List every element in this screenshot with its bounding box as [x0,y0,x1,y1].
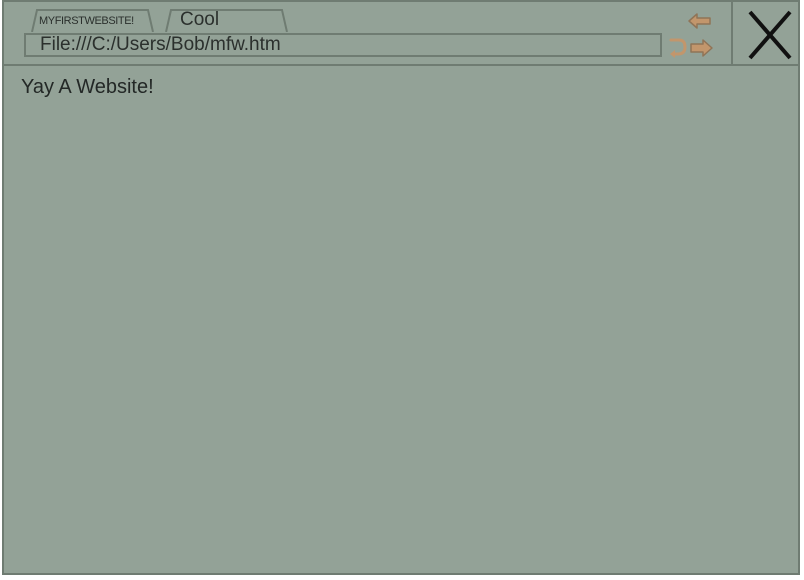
tab-label: Cool [180,9,220,30]
browser-toolbar: MYFIRSTWEBSITE! Cool File:///C:/Users/Bo… [4,2,798,66]
close-icon[interactable] [737,2,799,64]
reload-icon[interactable] [668,36,688,60]
address-bar[interactable]: File:///C:/Users/Bob/mfw.htm [24,33,662,57]
tab-cool[interactable]: Cool [164,8,288,32]
tab-myfirstwebsite[interactable]: MYFIRSTWEBSITE! [30,8,154,32]
address-bar-text: File:///C:/Users/Bob/mfw.htm [40,34,281,55]
browser-window: MYFIRSTWEBSITE! Cool File:///C:/Users/Bo… [2,0,800,575]
back-arrow-icon[interactable] [685,11,713,31]
page-text: Yay A Website! [21,76,154,98]
toolbar-divider [731,2,733,64]
tab-label: MYFIRSTWEBSITE! [39,15,134,27]
forward-arrow-icon[interactable] [688,37,716,59]
